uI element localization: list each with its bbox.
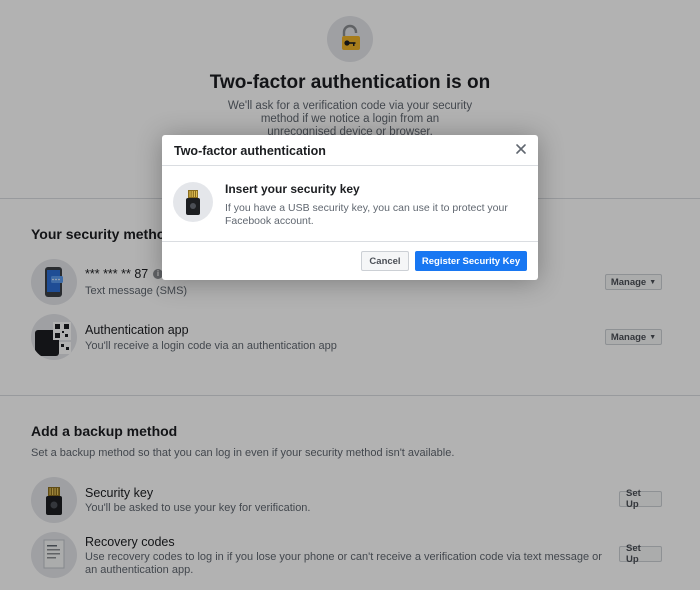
- modal-overlay[interactable]: [0, 0, 700, 590]
- cancel-button[interactable]: Cancel: [361, 251, 409, 271]
- security-key-dialog: Two-factor authentication Insert your se…: [162, 135, 538, 280]
- security-key-icon: [173, 182, 213, 222]
- dialog-header: Two-factor authentication: [162, 135, 538, 166]
- dialog-heading: Insert your security key: [225, 182, 360, 196]
- dialog-footer: Cancel Register Security Key: [162, 241, 538, 280]
- dialog-body-text: If you have a USB security key, you can …: [225, 202, 508, 227]
- dialog-title: Two-factor authentication: [174, 144, 326, 158]
- register-security-key-button[interactable]: Register Security Key: [415, 251, 527, 271]
- close-icon[interactable]: [514, 142, 528, 156]
